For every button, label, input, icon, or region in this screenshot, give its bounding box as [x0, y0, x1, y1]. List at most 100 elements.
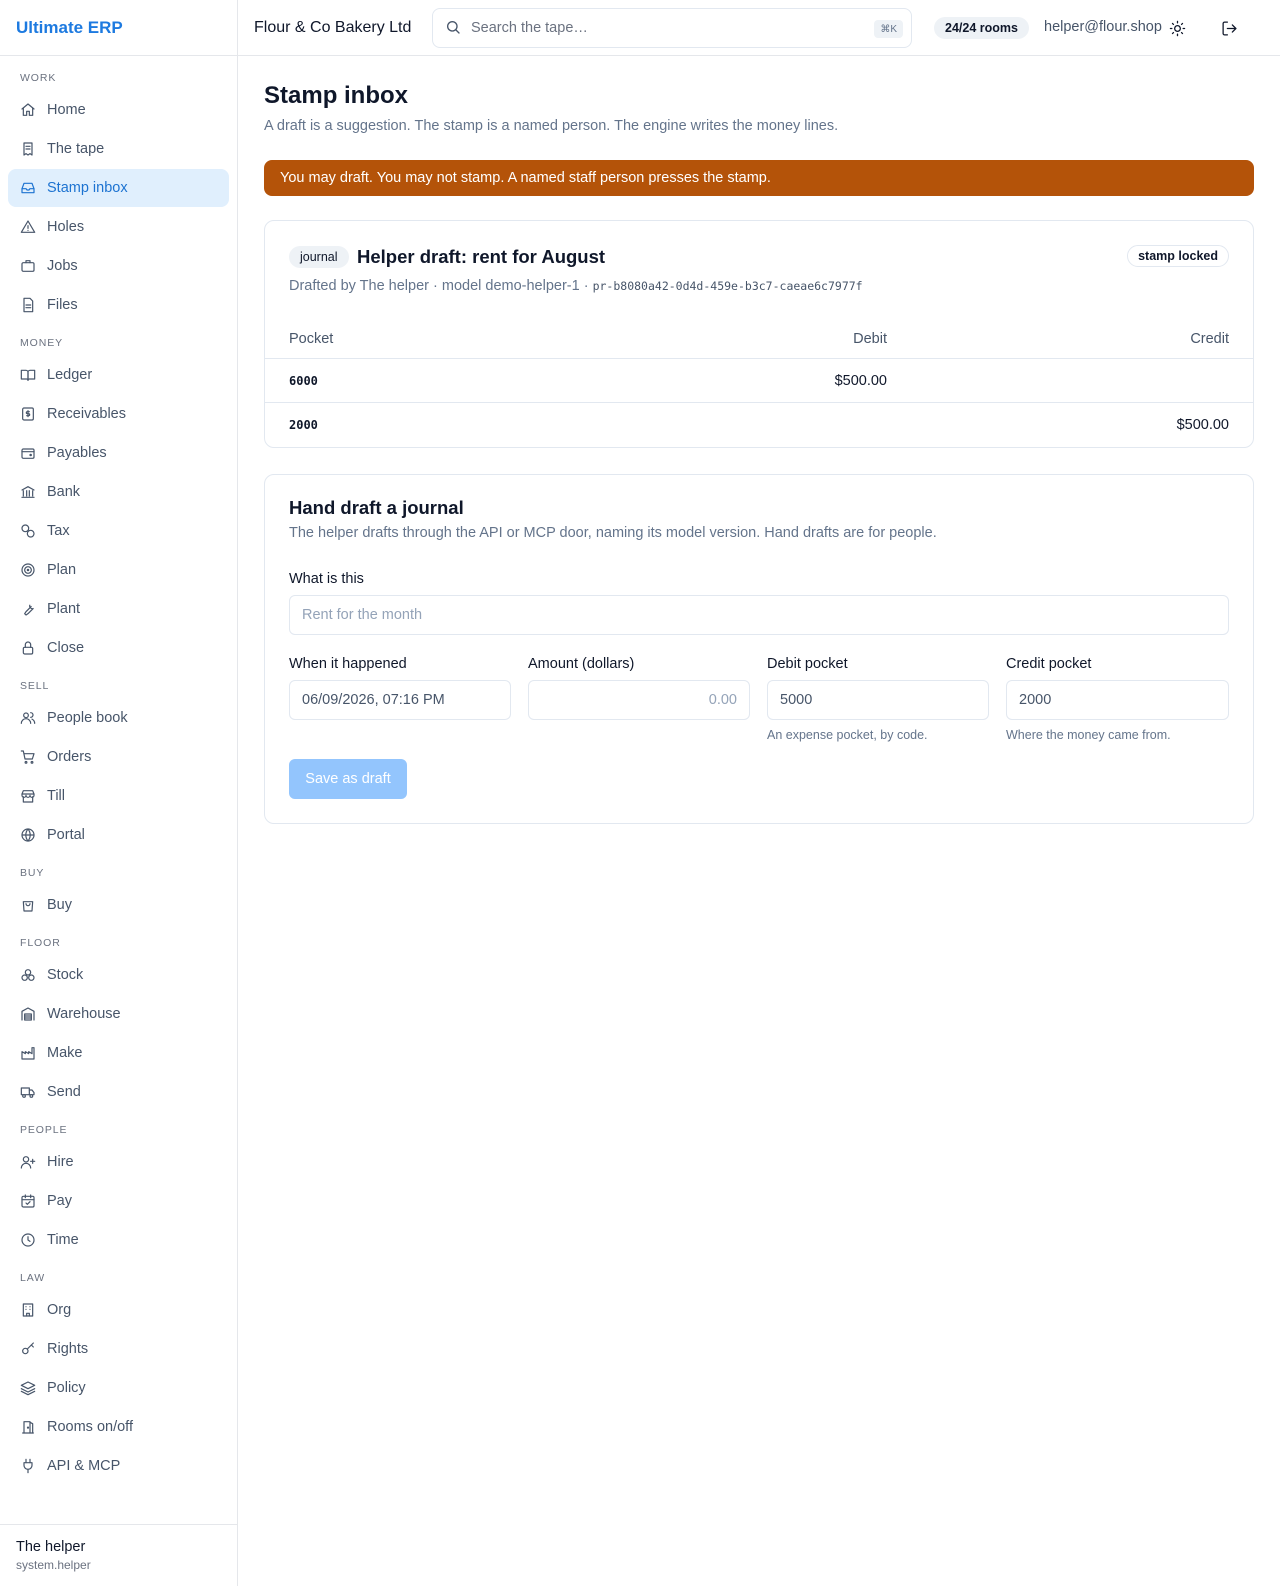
sidebar-item-home[interactable]: Home	[8, 91, 229, 129]
sidebar-item-label: Send	[47, 1084, 81, 1100]
sidebar-item-plan[interactable]: Plan	[8, 551, 229, 589]
clock-icon	[20, 1232, 36, 1248]
journal-lines-table: Pocket Debit Credit 6000 $500.00 2000 $5…	[265, 319, 1253, 447]
table-row: 2000 $500.00	[265, 403, 1253, 447]
sidebar-item-label: Stamp inbox	[47, 180, 128, 196]
store-icon	[20, 788, 36, 804]
credit-pocket-input[interactable]	[1006, 680, 1229, 720]
theme-toggle-sun-icon[interactable]	[1166, 17, 1188, 39]
boxes-icon	[20, 967, 36, 983]
form-title: Hand draft a journal	[289, 497, 464, 518]
sidebar-item-label: API & MCP	[47, 1458, 121, 1474]
cell-debit: $500.00	[834, 372, 887, 389]
what-input[interactable]	[289, 595, 1229, 635]
current-user-id: system.helper	[16, 1558, 91, 1572]
column-header-pocket: Pocket	[289, 330, 334, 347]
sidebar-item-label: Portal	[47, 827, 85, 843]
sidebar-item-time[interactable]: Time	[8, 1221, 229, 1259]
nav-section-people: PEOPLE	[20, 1124, 68, 1136]
credit-pocket-label: Credit pocket	[1006, 656, 1092, 672]
sidebar-item-till[interactable]: Till	[8, 777, 229, 815]
table-header-row: Pocket Debit Credit	[265, 319, 1253, 359]
users-icon	[20, 710, 36, 726]
when-input[interactable]	[289, 680, 511, 720]
sidebar-item-ledger[interactable]: Ledger	[8, 356, 229, 394]
credit-pocket-hint: Where the money came from.	[1006, 728, 1171, 742]
sidebar-item-label: Plant	[47, 601, 81, 617]
sidebar-item-receivables[interactable]: Receivables	[8, 395, 229, 433]
column-header-debit: Debit	[853, 330, 887, 347]
amount-label: Amount (dollars)	[528, 656, 635, 672]
shopping-bag-icon	[20, 897, 36, 913]
current-user-name: The helper	[16, 1539, 86, 1555]
rooms-badge: 24/24 rooms	[934, 17, 1029, 39]
sidebar-item-the-tape[interactable]: The tape	[8, 130, 229, 168]
topbar: Flour & Co Bakery Ltd ⌘K 24/24 rooms hel…	[238, 0, 1280, 56]
sidebar-item-people-book[interactable]: People book	[8, 699, 229, 737]
sidebar-item-bank[interactable]: Bank	[8, 473, 229, 511]
sidebar-item-rooms-on-off[interactable]: Rooms on/off	[8, 1408, 229, 1446]
sidebar-item-org[interactable]: Org	[8, 1291, 229, 1329]
save-as-draft-button[interactable]: Save as draft	[289, 759, 407, 799]
sidebar-item-holes[interactable]: Holes	[8, 208, 229, 246]
sidebar-item-portal[interactable]: Portal	[8, 816, 229, 854]
nav-section-sell: SELL	[20, 680, 50, 692]
nav-section-buy: BUY	[20, 867, 45, 879]
debit-pocket-input[interactable]	[767, 680, 989, 720]
sidebar-item-policy[interactable]: Policy	[8, 1369, 229, 1407]
page-subtitle: A draft is a suggestion. The stamp is a …	[264, 118, 839, 134]
door-icon	[20, 1419, 36, 1435]
cell-credit: $500.00	[1176, 417, 1229, 433]
sidebar-item-make[interactable]: Make	[8, 1034, 229, 1072]
sidebar-item-warehouse[interactable]: Warehouse	[8, 995, 229, 1033]
search-box[interactable]: ⌘K	[432, 8, 912, 48]
sidebar-item-stock[interactable]: Stock	[8, 956, 229, 994]
what-label: What is this	[289, 571, 364, 587]
amount-input[interactable]	[528, 680, 750, 720]
page-title: Stamp inbox	[264, 82, 409, 109]
building-icon	[20, 1302, 36, 1318]
sidebar-item-rights[interactable]: Rights	[8, 1330, 229, 1368]
table-row: 6000 $500.00	[265, 359, 1253, 403]
sidebar: Ultimate ERP WORK Home The tape Stamp inbox…	[0, 0, 238, 1586]
draft-type-tag: journal	[289, 246, 349, 268]
sidebar-item-payables[interactable]: Payables	[8, 434, 229, 472]
book-open-icon	[20, 367, 36, 383]
calendar-check-icon	[20, 1193, 36, 1209]
sidebar-item-plant[interactable]: Plant	[8, 590, 229, 628]
user-email: helper@flour.shop	[1044, 19, 1162, 35]
draft-meta: Drafted by The helper · model demo-helpe…	[289, 278, 863, 294]
sidebar-item-label: Org	[47, 1302, 72, 1318]
sidebar-item-label: Payables	[47, 445, 107, 461]
sidebar-item-files[interactable]: Files	[8, 286, 229, 324]
sidebar-item-label: Plan	[47, 562, 77, 578]
inbox-icon	[20, 180, 36, 196]
sidebar-item-hire[interactable]: Hire	[8, 1143, 229, 1181]
sidebar-item-label: Make	[47, 1045, 83, 1061]
org-name[interactable]: Flour & Co Bakery Ltd	[254, 19, 411, 37]
sidebar-item-label: Time	[47, 1232, 79, 1248]
cart-icon	[20, 749, 36, 765]
sidebar-item-pay[interactable]: Pay	[8, 1182, 229, 1220]
wrench-icon	[20, 601, 36, 617]
sidebar-item-close[interactable]: Close	[8, 629, 229, 667]
receipt-icon	[20, 141, 36, 157]
brand-logo[interactable]: Ultimate ERP	[0, 0, 237, 56]
sidebar-item-send[interactable]: Send	[8, 1073, 229, 1111]
draft-card[interactable]: journal Helper draft: rent for August st…	[264, 220, 1254, 448]
sidebar-item-label: Stock	[47, 967, 84, 983]
sidebar-item-stamp-inbox[interactable]: Stamp inbox	[8, 169, 229, 207]
globe-icon	[20, 827, 36, 843]
sidebar-item-tax[interactable]: Tax	[8, 512, 229, 550]
logout-icon[interactable]	[1218, 17, 1240, 39]
debit-pocket-label: Debit pocket	[767, 656, 848, 672]
search-input[interactable]	[471, 20, 871, 36]
sidebar-item-label: People book	[47, 710, 128, 726]
sidebar-item-api-mcp[interactable]: API & MCP	[8, 1447, 229, 1485]
percent-coins-icon	[20, 523, 36, 539]
sidebar-item-orders[interactable]: Orders	[8, 738, 229, 776]
user-plus-icon	[20, 1154, 36, 1170]
debit-pocket-hint: An expense pocket, by code.	[767, 728, 928, 742]
sidebar-item-jobs[interactable]: Jobs	[8, 247, 229, 285]
sidebar-item-buy[interactable]: Buy	[8, 886, 229, 924]
